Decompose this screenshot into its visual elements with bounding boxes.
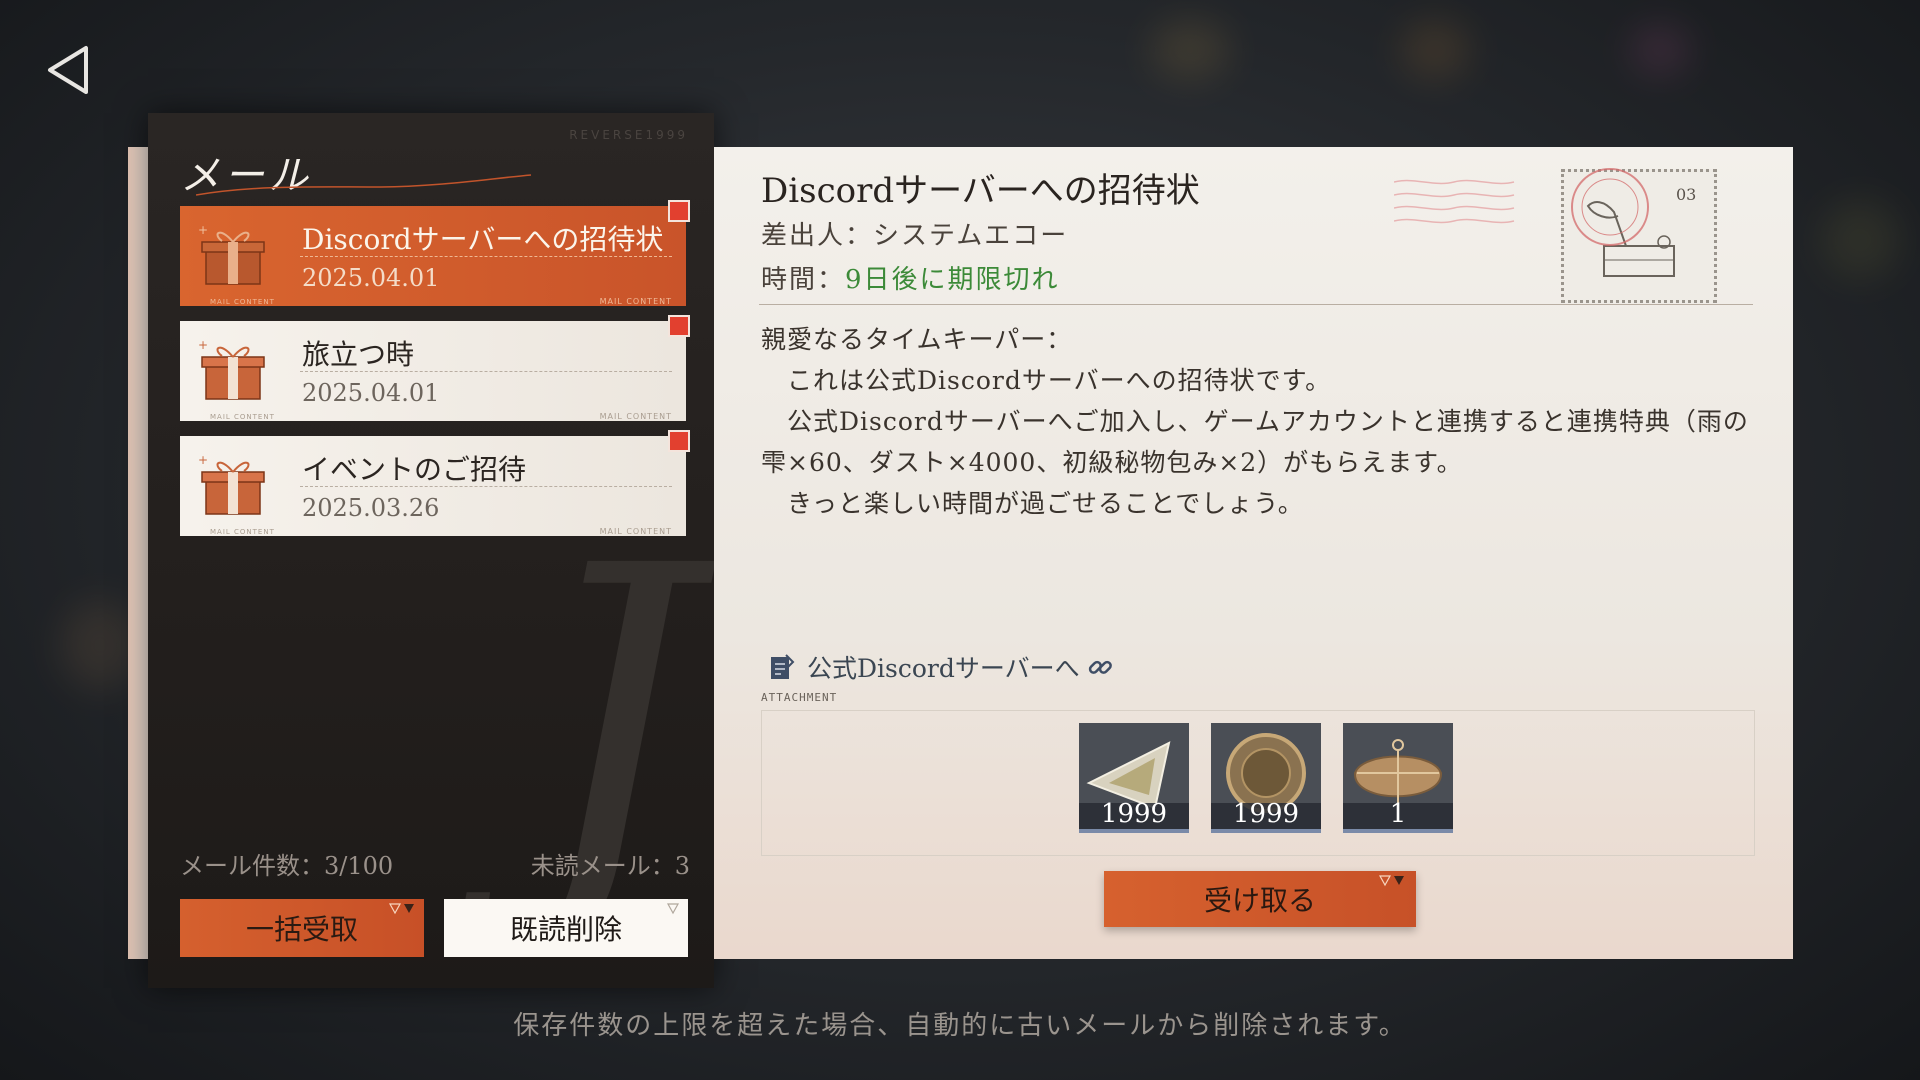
corner-triangles-icon: [666, 903, 680, 915]
gift-icon: +: [198, 223, 265, 285]
mail-date: 2025.04.01: [302, 264, 440, 292]
mail-subject: 旅立つ時: [302, 338, 415, 371]
svg-text:+: +: [198, 223, 208, 237]
back-arrow-icon: [48, 46, 88, 94]
item-count: 1999: [1100, 799, 1168, 829]
body-line: 公式Discordサーバーへご加入し、ゲームアカウントと連携すると連携特典（雨の…: [761, 407, 1749, 477]
mail-date: 2025.03.26: [302, 494, 440, 522]
mail-list-panel: J REVERSE1999 メール + Discordサーバーへの招待状 202…: [148, 113, 714, 988]
body-line: きっと楽しい時間が過ごせることでしょう。: [761, 489, 1304, 518]
divider: [300, 371, 672, 372]
mail-item[interactable]: + 旅立つ時 2025.04.01 MAIL CONTENT MAIL CONT…: [180, 315, 690, 421]
attachment-item[interactable]: 1: [1343, 723, 1453, 833]
back-button[interactable]: [40, 40, 100, 100]
mail-subject: Discordサーバーへの招待状: [302, 223, 664, 256]
mail-date: 2025.04.01: [302, 379, 440, 407]
receive-all-label: 一括受取: [245, 913, 358, 946]
expiry-prefix: 時間：: [761, 265, 846, 295]
expiry-value: 9日後に期限切れ: [845, 265, 1060, 295]
header-divider: [759, 304, 1753, 305]
mail-tag: MAIL CONTENT: [210, 413, 275, 421]
divider: [300, 256, 672, 257]
receive-button[interactable]: 受け取る: [1104, 871, 1416, 927]
item-rarity-bar: [1211, 829, 1321, 833]
mail-tag: MAIL CONTENT: [599, 527, 672, 536]
mail-tag: MAIL CONTENT: [599, 412, 672, 421]
mail-item[interactable]: + イベントのご招待 2025.03.26 MAIL CONTENT MAIL …: [180, 430, 690, 536]
item-rarity-bar: [1079, 829, 1189, 833]
corner-triangles-icon: [1378, 875, 1404, 887]
mail-list: + Discordサーバーへの招待状 2025.04.01 MAIL CONTE…: [180, 200, 690, 551]
unread-dot: [668, 430, 690, 452]
attachment-item[interactable]: 1999: [1211, 723, 1321, 833]
unread-dot: [668, 200, 690, 222]
mail-tag: MAIL CONTENT: [210, 298, 275, 306]
mail-title: Discordサーバーへの招待状: [761, 171, 1200, 211]
item-count: 1999: [1232, 799, 1300, 829]
svg-text:+: +: [198, 453, 208, 467]
body-line: これは公式Discordサーバーへの招待状です。: [761, 366, 1332, 395]
mail-detail: 03 Discordサーバーへの招待状 差出人：システムエコー 時間：9日後に期…: [714, 147, 1793, 959]
unread-count-label: 未読メール：3: [530, 852, 690, 880]
discord-link[interactable]: 公式Discordサーバーへ: [769, 649, 1114, 685]
attachment-item[interactable]: 1999: [1079, 723, 1189, 833]
mail-counts: メール件数：3/100 未読メール：3: [180, 846, 690, 881]
mail-body: 親愛なるタイムキーパー： これは公式Discordサーバーへの招待状です。 公式…: [761, 319, 1761, 524]
title-swoosh-decoration: [196, 174, 532, 196]
storage-limit-note: 保存件数の上限を超えた場合、自動的に古いメールから削除されます。: [513, 1011, 1407, 1041]
link-text: 公式Discordサーバーへ: [807, 654, 1080, 683]
receive-all-button[interactable]: 一括受取: [180, 899, 424, 957]
mail-expiry: 時間：9日後に期限切れ: [761, 259, 1060, 296]
document-icon: [771, 654, 795, 679]
attachment-label: ATTACHMENT: [761, 691, 838, 704]
mail-item[interactable]: + Discordサーバーへの招待状 2025.04.01 MAIL CONTE…: [180, 200, 690, 306]
delete-read-label: 既読削除: [509, 913, 622, 946]
mail-sender: 差出人：システムエコー: [761, 221, 1069, 251]
gift-icon: +: [198, 453, 265, 515]
svg-text:+: +: [198, 338, 208, 352]
receive-label: 受け取る: [1203, 884, 1316, 917]
item-count: 1: [1389, 799, 1407, 829]
unread-dot: [668, 315, 690, 337]
mail-count-label: メール件数：3/100: [180, 852, 394, 880]
brand-label: REVERSE1999: [569, 128, 688, 142]
chain-link-icon: [1088, 660, 1112, 674]
body-line: 親愛なるタイムキーパー：: [761, 325, 1073, 354]
item-rarity-bar: [1343, 829, 1453, 833]
mail-subject: イベントのご招待: [302, 453, 527, 486]
gift-icon: +: [198, 338, 265, 400]
mail-tag: MAIL CONTENT: [210, 528, 275, 536]
stamp-number: 03: [1676, 185, 1697, 204]
mail-tag: MAIL CONTENT: [599, 297, 672, 306]
corner-triangles-icon: [388, 903, 414, 915]
postmark-wave-decoration: [1394, 179, 1515, 224]
delete-read-button[interactable]: 既読削除: [444, 899, 688, 957]
frame-edge: [128, 147, 148, 959]
divider: [300, 486, 672, 487]
